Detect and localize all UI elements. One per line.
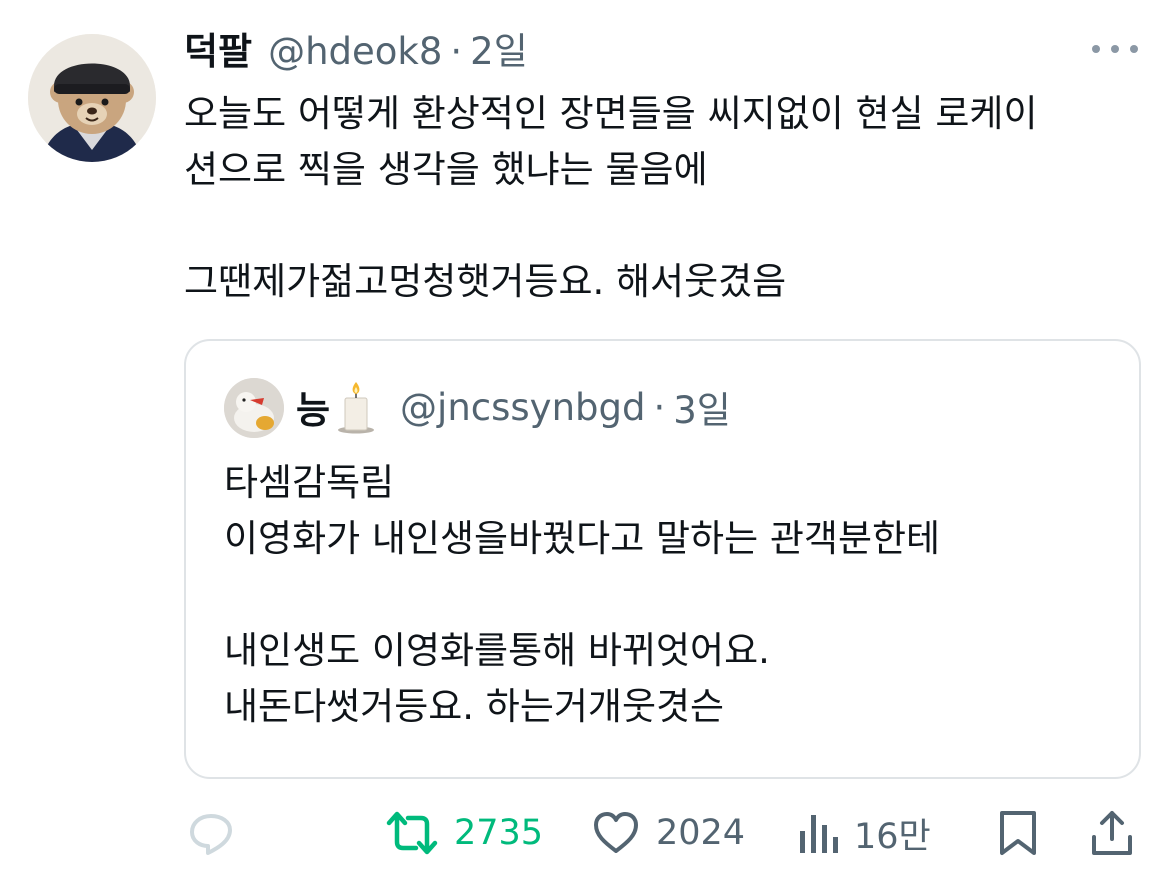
separator-dot: · xyxy=(450,29,463,73)
reply-button[interactable] xyxy=(186,800,236,866)
retweet-button[interactable]: 2735 xyxy=(386,800,543,866)
quoted-tweet-text: 타셈감독림 이영화가 내인생을바꿨다고 말하는 관객분한테 내인생도 이영화를통… xyxy=(224,455,1124,735)
duck-avatar-image xyxy=(224,378,284,438)
share-button[interactable] xyxy=(1090,800,1134,866)
quoted-author-name: 능 xyxy=(296,389,331,432)
share-icon xyxy=(1092,811,1132,855)
bookmark-button[interactable] xyxy=(998,800,1038,866)
quoted-author-avatar xyxy=(224,378,284,438)
bookmark-icon xyxy=(1000,811,1036,855)
tweet-header: 덕팔 @hdeok8 · 2일 xyxy=(184,26,528,76)
teddy-bear-avatar-image xyxy=(28,34,156,162)
quoted-text-blank-line xyxy=(224,567,1124,623)
quoted-text-line: 이영화가 내인생을바꿨다고 말하는 관객분한테 xyxy=(224,517,941,560)
quoted-text-line: 내돈다썻거등요. 하는거개웃겻슨 xyxy=(224,685,725,728)
author-name[interactable]: 덕팔 xyxy=(184,33,252,70)
candle-icon xyxy=(338,382,375,434)
quoted-tweet-header: 능 @jncssynbgd · 3일 xyxy=(296,381,731,434)
tweet-text: 오늘도 어떻게 환상적인 장면들을 씨지없이 현실 로케이 션으로 찍을 생각을… xyxy=(184,86,1149,310)
ellipsis-icon-dot xyxy=(1092,45,1100,53)
author-avatar[interactable] xyxy=(28,34,156,162)
views-count: 16만 xyxy=(854,816,931,857)
tweet-text-line: 션으로 찍을 생각을 했냐는 물음에 xyxy=(184,148,708,191)
tweet-text-line: 오늘도 어떻게 환상적인 장면들을 씨지없이 현실 로케이 xyxy=(184,92,1038,135)
quoted-text-line: 내인생도 이영화를통해 바뀌엇어요. xyxy=(224,629,770,672)
tweet-text-line: 그땐제가젊고멍청햇거등요. 해서웃겼음 xyxy=(184,260,787,303)
separator-dot: · xyxy=(653,385,666,429)
more-options-button[interactable] xyxy=(1092,34,1138,64)
retweet-count: 2735 xyxy=(454,813,544,853)
ellipsis-icon-dot xyxy=(1130,45,1138,53)
ellipsis-icon-dot xyxy=(1111,45,1119,53)
like-count: 2024 xyxy=(656,813,746,853)
quoted-author-handle: @jncssynbgd xyxy=(400,385,646,429)
views-icon xyxy=(800,815,838,853)
tweet-action-bar: 2735 2024 16만 xyxy=(0,800,1170,866)
author-handle[interactable]: @hdeok8 xyxy=(268,33,442,70)
like-button[interactable]: 2024 xyxy=(592,800,745,866)
heart-icon xyxy=(594,812,638,853)
quoted-text-line: 타셈감독림 xyxy=(224,461,395,504)
quoted-tweet-timestamp: 3일 xyxy=(673,389,731,432)
reply-icon xyxy=(190,814,232,855)
retweet-icon xyxy=(386,811,438,855)
quoted-tweet-card[interactable]: 능 @jncssynbgd · 3일 타셈감독림 이영화가 내인생을바꿨다고 말… xyxy=(184,339,1141,779)
views-button[interactable]: 16만 xyxy=(798,800,931,866)
tweet-text-blank-line xyxy=(184,198,1149,254)
tweet-timestamp[interactable]: 2일 xyxy=(470,33,528,70)
